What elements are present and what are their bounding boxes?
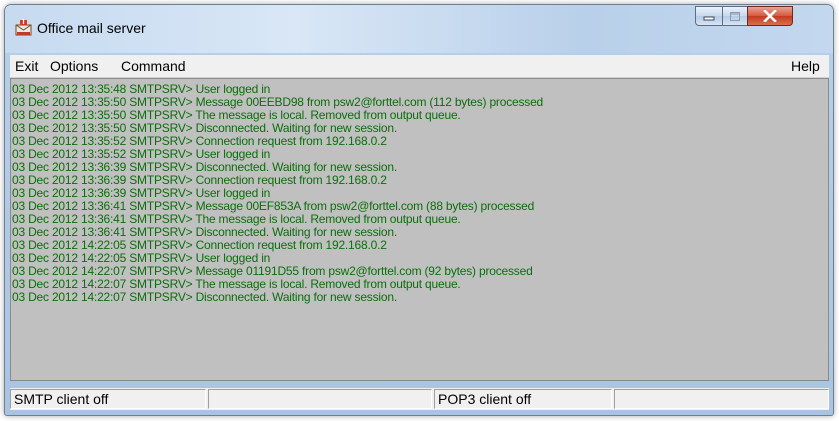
log-line: 03 Dec 2012 14:22:07 SMTPSRV> Disconnect… — [12, 290, 397, 304]
minimize-icon — [703, 16, 715, 21]
menu-help[interactable]: Help — [791, 58, 820, 74]
maximize-button[interactable] — [722, 6, 748, 26]
menu-options[interactable]: Options — [50, 58, 98, 74]
title-bar[interactable]: Office mail server — [5, 5, 833, 53]
status-bar: SMTP client off POP3 client off — [10, 388, 829, 410]
menu-exit[interactable]: Exit — [15, 58, 38, 74]
status-panel-empty-2 — [614, 389, 829, 409]
window-title: Office mail server — [37, 20, 146, 36]
log-area[interactable]: 03 Dec 2012 13:35:48 SMTPSRV> User logge… — [10, 78, 829, 381]
app-window: Office mail server Exit Options Command … — [4, 4, 834, 416]
status-pop3: POP3 client off — [434, 389, 612, 409]
status-smtp: SMTP client off — [10, 389, 206, 409]
mail-server-icon[interactable] — [15, 19, 32, 36]
status-panel-empty-1 — [208, 389, 432, 409]
maximize-icon — [730, 11, 740, 21]
close-button[interactable] — [747, 6, 793, 26]
menu-bar: Exit Options Command Help — [10, 55, 829, 78]
minimize-button[interactable] — [695, 6, 723, 26]
menu-command[interactable]: Command — [121, 58, 186, 74]
close-icon — [763, 10, 777, 22]
